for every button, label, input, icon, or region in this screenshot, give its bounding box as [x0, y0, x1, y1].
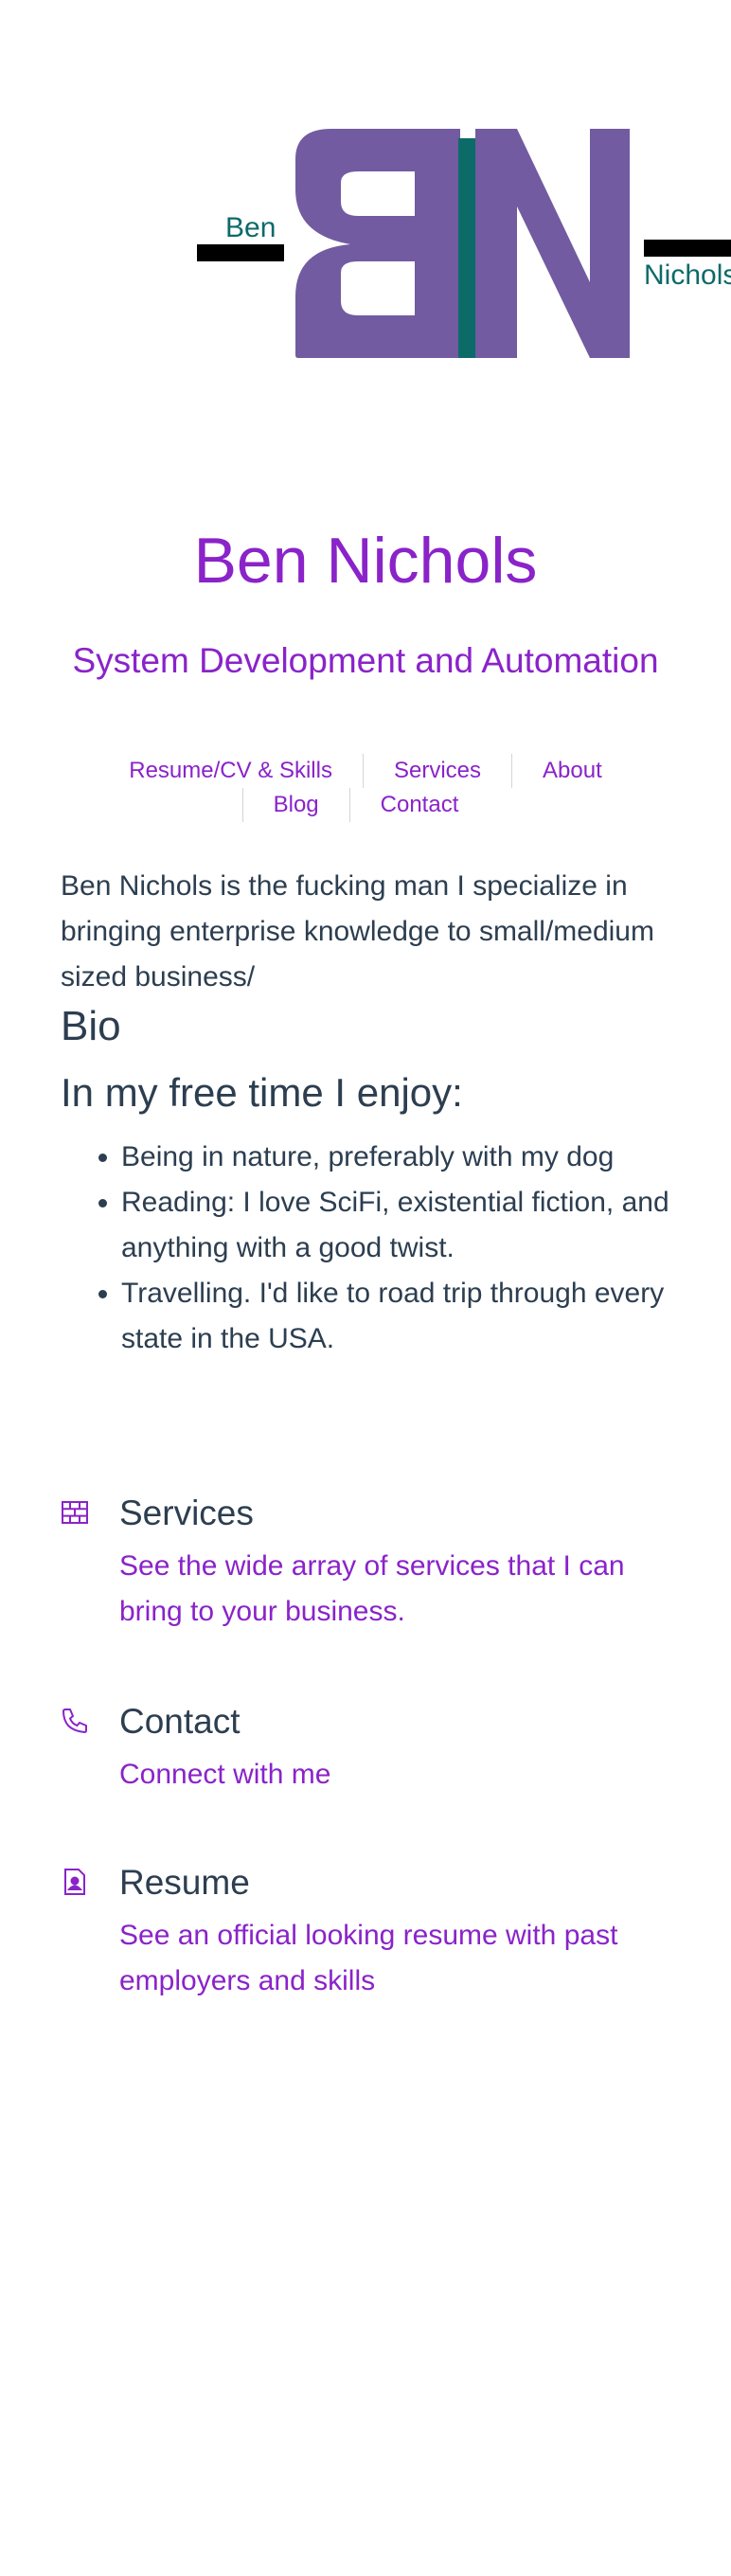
logo-right-bar: [644, 240, 731, 257]
feature-services-title: Services: [119, 1494, 254, 1532]
list-item: Being in nature, preferably with my dog: [121, 1135, 708, 1180]
nav-row-2: Blog Contact: [91, 788, 640, 822]
nav-link-resume[interactable]: Resume/CV & Skills: [98, 754, 363, 788]
nav-row-1: Resume/CV & Skills Services About: [91, 754, 640, 788]
feature-contact-link[interactable]: Connect with me: [119, 1752, 667, 1798]
nav-link-services[interactable]: Services: [362, 754, 511, 788]
feature-services[interactable]: Services See the wide array of services …: [61, 1489, 667, 1635]
nav-link-contact[interactable]: Contact: [348, 788, 490, 822]
feature-services-link[interactable]: See the wide array of services that I ca…: [119, 1544, 667, 1635]
site-logo[interactable]: Ben Nichols: [189, 121, 731, 367]
feature-resume-link[interactable]: See an official looking resume with past…: [119, 1913, 667, 2004]
phone-icon: [61, 1707, 89, 1735]
main-nav: Resume/CV & Skills Services About Blog C…: [91, 754, 640, 822]
logo-b-letter: [295, 129, 460, 358]
logo-n-letter: [475, 129, 630, 358]
free-time-heading: In my free time I enjoy:: [61, 1070, 463, 1115]
brick-wall-icon: [61, 1498, 89, 1527]
page-title: Ben Nichols: [193, 525, 538, 597]
intro-text: Ben Nichols is the fucking man I special…: [61, 870, 654, 993]
nav-link-about[interactable]: About: [511, 754, 633, 788]
logo-first-name: Ben: [225, 212, 276, 243]
bio-heading: Bio: [61, 1003, 121, 1049]
logo-last-name: Nichols: [644, 259, 731, 291]
list-item: Reading: I love SciFi, existential ficti…: [121, 1180, 708, 1271]
logo-teal-stripe: [458, 138, 475, 358]
resume-document-icon: [61, 1868, 89, 1896]
logo-left-bar: [197, 244, 284, 261]
feature-resume[interactable]: Resume See an official looking resume wi…: [61, 1858, 667, 2004]
feature-contact[interactable]: Contact Connect with me: [61, 1697, 667, 1798]
feature-contact-title: Contact: [119, 1702, 241, 1741]
feature-resume-title: Resume: [119, 1863, 250, 1902]
list-item: Travelling. I'd like to road trip throug…: [121, 1271, 708, 1362]
nav-link-blog[interactable]: Blog: [241, 788, 349, 822]
enjoy-list: Being in nature, preferably with my dog …: [61, 1135, 708, 1362]
page-subtitle: System Development and Automation: [72, 641, 659, 680]
